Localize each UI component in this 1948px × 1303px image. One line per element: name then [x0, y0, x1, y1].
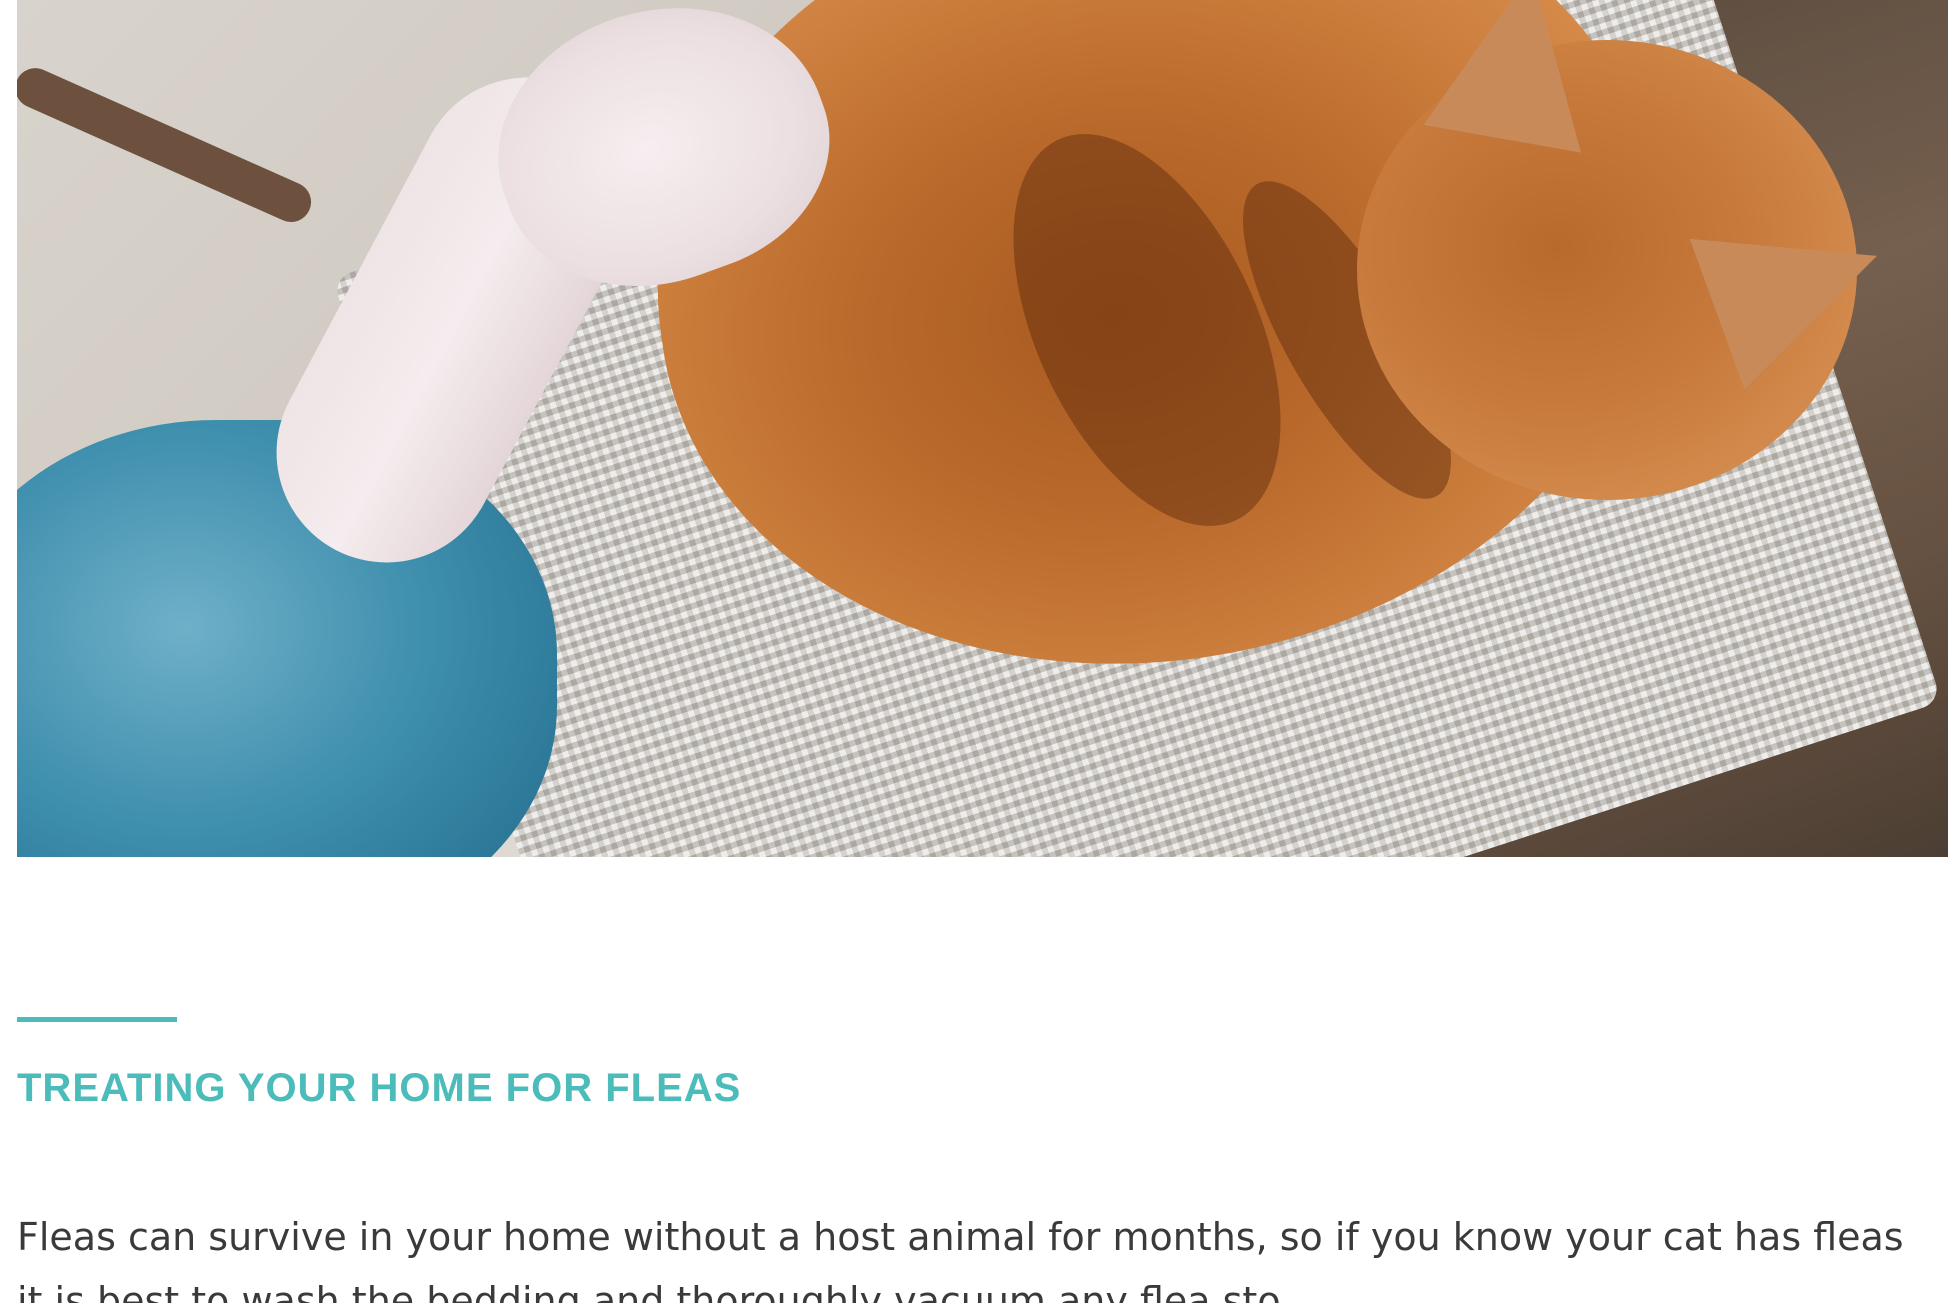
wooden-stick — [17, 61, 318, 229]
article-page: TREATING YOUR HOME FOR FLEAS Fleas can s… — [0, 0, 1948, 1303]
article-paragraph: Fleas can survive in your home without a… — [17, 1215, 1904, 1303]
section-title: TREATING YOUR HOME FOR FLEAS — [17, 1066, 742, 1110]
cat-ear — [1423, 0, 1611, 153]
section-accent-divider — [17, 1017, 177, 1022]
hero-photo — [17, 0, 1948, 857]
